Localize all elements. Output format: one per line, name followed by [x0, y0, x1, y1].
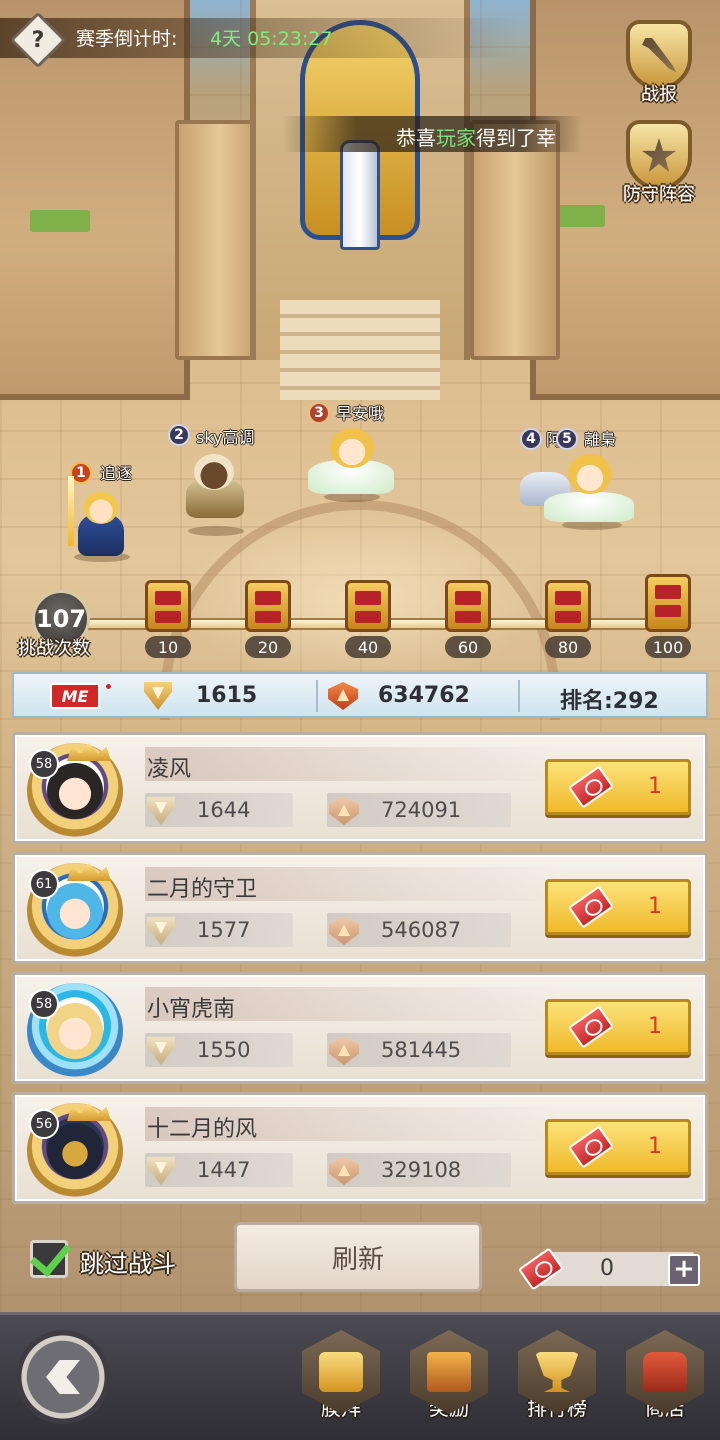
- milestone-chest[interactable]: 60: [444, 580, 492, 658]
- level-badge: 61: [29, 869, 59, 899]
- level-badge: 56: [29, 1109, 59, 1139]
- skip-battle-checkbox[interactable]: [30, 1240, 68, 1278]
- opponent-trophies: 1577: [197, 918, 251, 942]
- opponent-power: 724091: [381, 798, 462, 822]
- milestone-chest[interactable]: 80: [544, 580, 592, 658]
- opponent-card: 58 凌风 1644 724091 1: [12, 732, 708, 844]
- nav-rewards[interactable]: 奖励: [404, 1330, 494, 1430]
- castle-stairs: [280, 300, 440, 400]
- ticket-icon: [567, 765, 615, 809]
- treasure-chest-icon: [145, 580, 191, 632]
- podium-hero-1[interactable]: 1 追逐: [60, 456, 140, 566]
- treasure-chest-icon: [345, 580, 391, 632]
- skip-battle-label[interactable]: 跳过战斗: [80, 1244, 176, 1279]
- castle-pillar: [470, 120, 560, 360]
- opponent-trophies: 1447: [197, 1158, 251, 1182]
- challenge-button[interactable]: 1: [545, 1119, 691, 1175]
- opponent-power: 581445: [381, 1038, 462, 1062]
- ticket-icon: [567, 1005, 615, 1049]
- divider: [518, 680, 520, 712]
- defense-lineup-button[interactable]: 防守阵容: [614, 120, 704, 206]
- crown-icon: [67, 1103, 111, 1121]
- ticket-icon: [567, 1125, 615, 1169]
- milestone-chest[interactable]: 10: [144, 580, 192, 658]
- challenge-button[interactable]: 1: [545, 999, 691, 1055]
- treasure-chest-icon: [445, 580, 491, 632]
- my-power: 634762: [378, 683, 470, 708]
- opponent-power: 546087: [381, 918, 462, 942]
- my-trophies: 1615: [196, 683, 258, 708]
- treasure-chest-icon: [245, 580, 291, 632]
- grass-patch: [30, 210, 90, 232]
- my-rank: 排名:292: [560, 689, 659, 714]
- emblem-sword: [340, 140, 380, 250]
- opponent-card: 58 小宵虎南 1550 581445 1: [12, 972, 708, 1084]
- crown-icon: [67, 863, 111, 881]
- opponent-name: 凌风: [147, 757, 192, 782]
- back-arrow-icon: [46, 1360, 80, 1394]
- opponent-power: 329108: [381, 1158, 462, 1182]
- nav-shop[interactable]: 商店: [620, 1330, 710, 1430]
- divider: [316, 680, 318, 712]
- level-badge: 58: [29, 749, 59, 779]
- me-dot: [106, 684, 111, 689]
- challenge-button[interactable]: 1: [545, 759, 691, 815]
- ticket-icon: [567, 885, 615, 929]
- season-countdown-label: 赛季倒计时:: [76, 28, 178, 50]
- battle-report-button[interactable]: 战报: [614, 20, 704, 106]
- season-countdown-value: 4天 05:23:27: [210, 28, 333, 50]
- nav-leaderboard[interactable]: 排行榜: [512, 1330, 602, 1430]
- milestone-chest[interactable]: 100: [644, 574, 692, 658]
- ticket-count: 0: [600, 1256, 614, 1281]
- treasure-chest-icon: [545, 580, 591, 632]
- refresh-button[interactable]: 刷新: [234, 1222, 482, 1292]
- opponent-trophies: 1644: [197, 798, 251, 822]
- podium-hero-2[interactable]: 2 sky高调: [160, 420, 270, 540]
- opponent-card: 56 十二月的风 1447 329108 1: [12, 1092, 708, 1204]
- me-badge: ME: [50, 683, 100, 709]
- add-ticket-button[interactable]: +: [668, 1254, 700, 1286]
- milestone-chest[interactable]: 20: [244, 580, 292, 658]
- challenge-count-label: 挑战次数: [18, 638, 90, 659]
- opponent-trophies: 1550: [197, 1038, 251, 1062]
- opponent-name: 二月的守卫: [147, 877, 258, 902]
- podium-hero-4-5[interactable]: 4 阿 5 離梟: [512, 424, 642, 534]
- treasure-chest-icon: [645, 574, 691, 632]
- podium-hero-3[interactable]: 3 早安哦: [300, 398, 400, 508]
- milestone-chest[interactable]: 40: [344, 580, 392, 658]
- opponent-card: 61 二月的守卫 1577 546087 1: [12, 852, 708, 964]
- opponent-name: 十二月的风: [147, 1117, 258, 1142]
- nav-worship[interactable]: 膜拜: [296, 1330, 386, 1430]
- back-button[interactable]: [16, 1330, 110, 1424]
- crown-icon: [67, 743, 111, 761]
- castle-wall-left: [0, 0, 190, 400]
- challenge-button[interactable]: 1: [545, 879, 691, 935]
- opponent-name: 小宵虎南: [147, 997, 236, 1022]
- level-badge: 58: [29, 989, 59, 1019]
- announcement-text: 恭喜玩家得到了幸: [396, 126, 556, 150]
